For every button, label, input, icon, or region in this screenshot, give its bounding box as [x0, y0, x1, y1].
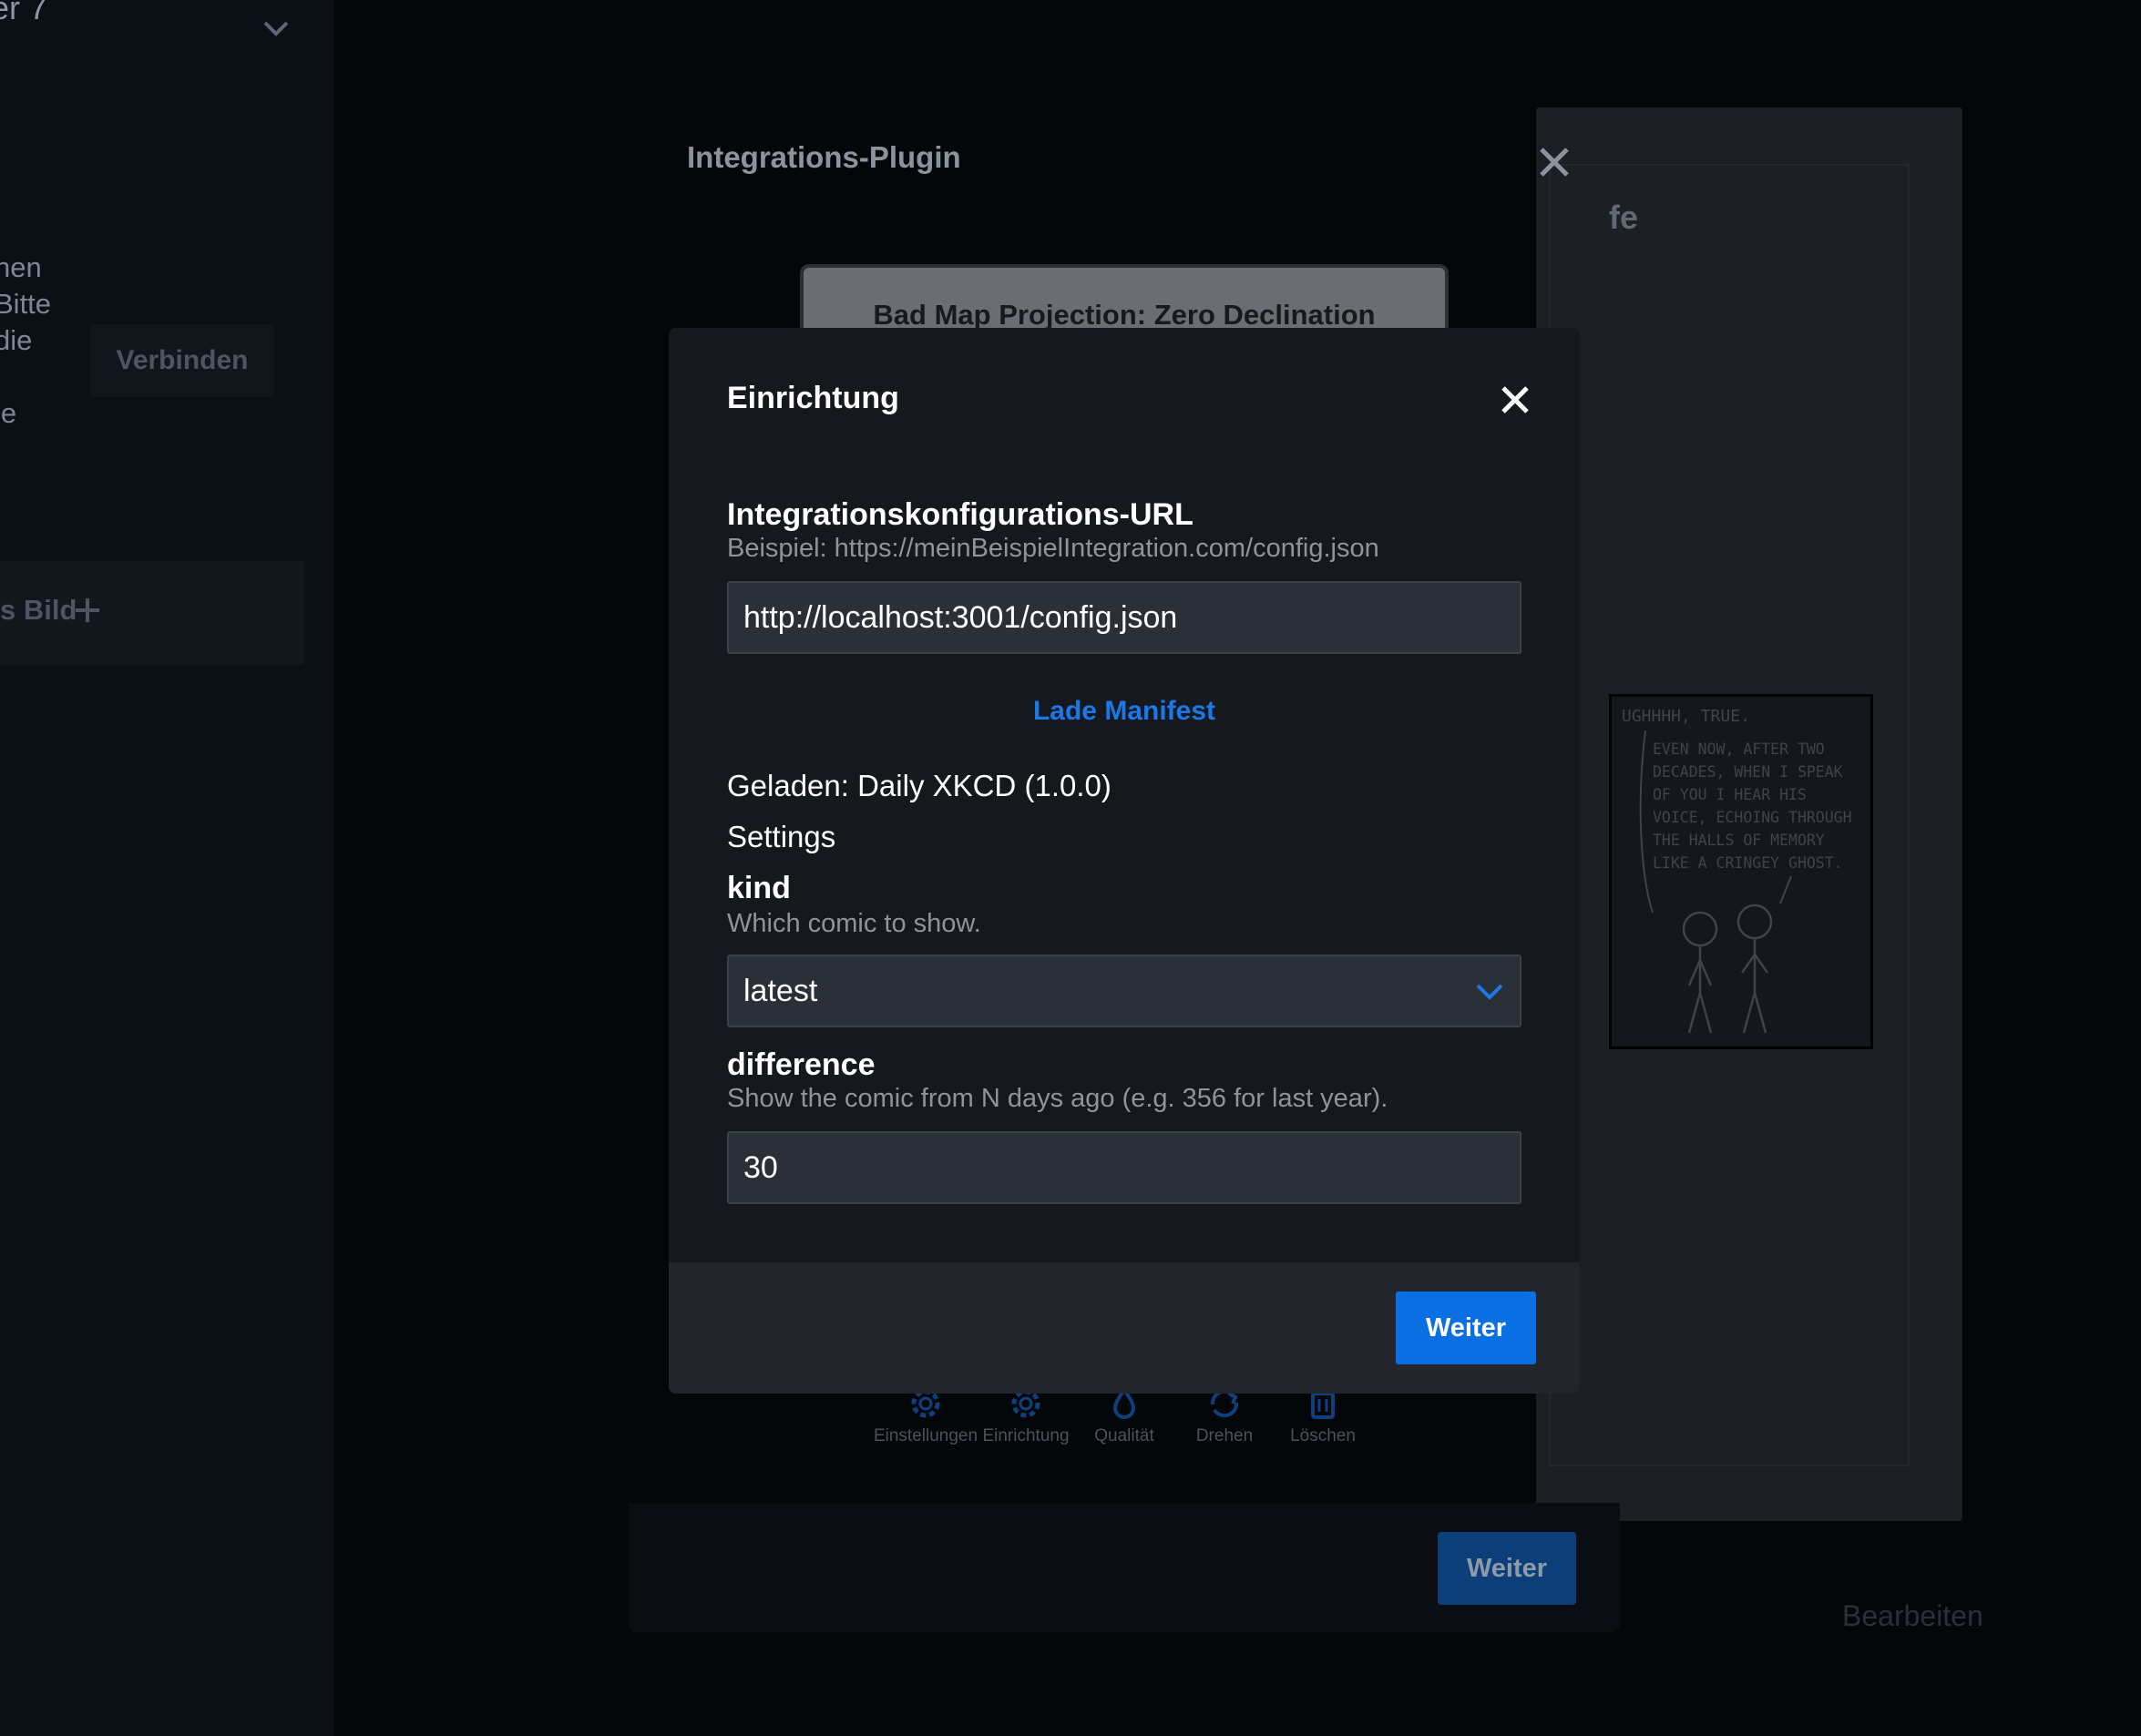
toolbar-delete[interactable]: Löschen [1268, 1384, 1378, 1446]
kind-select-value: latest [743, 973, 818, 1008]
sidebar-text-line: die [0, 324, 33, 356]
preview-title: fe [1609, 199, 1639, 236]
difference-input[interactable] [727, 1131, 1521, 1204]
toolbar-setup[interactable]: Einrichtung [971, 1384, 1081, 1446]
kind-help: Which comic to show. [727, 909, 981, 938]
settings-heading: Settings [727, 820, 836, 853]
sidebar-text-line: ie [0, 397, 17, 429]
toolbar-label: Einstellungen [873, 1426, 978, 1445]
chevron-down-icon [1476, 984, 1503, 1000]
toolbar-label: Einrichtung [982, 1426, 1070, 1445]
toolbar-label: Löschen [1290, 1426, 1356, 1445]
loaded-status: Geladen: Daily XKCD (1.0.0) [727, 769, 1111, 802]
close-icon[interactable] [1500, 384, 1531, 415]
toolbar-label: Drehen [1195, 1426, 1254, 1445]
toolbar-settings[interactable]: Einstellungen [871, 1384, 980, 1446]
sidebar-text-line: . [0, 361, 3, 393]
toolbar-quality[interactable]: Qualität [1070, 1384, 1179, 1446]
sidebar-text-line: Bitte [0, 288, 52, 320]
setup-modal [669, 328, 1580, 1394]
config-url-label: Integrationskonfigurations-URL [727, 497, 1193, 532]
frame-name: ber 7 [0, 0, 48, 26]
next-button[interactable]: Weiter [1396, 1292, 1536, 1364]
config-url-help: Beispiel: https://meinBeispielIntegratio… [727, 534, 1379, 563]
close-icon[interactable] [1536, 144, 1572, 180]
plus-icon[interactable] [73, 596, 102, 625]
chevron-down-icon[interactable] [261, 13, 292, 44]
sidebar [0, 0, 333, 1736]
edit-link[interactable]: Bearbeiten [1842, 1599, 1983, 1633]
sidebar-text-line: hen [0, 251, 42, 283]
kind-select[interactable]: latest [727, 955, 1521, 1027]
load-manifest-link[interactable]: Lade Manifest [669, 696, 1580, 727]
modal-title: Einrichtung [727, 381, 899, 415]
connect-button[interactable]: Verbinden [89, 324, 275, 397]
toolbar-label: Qualität [1094, 1426, 1154, 1445]
add-image-label: s Bild [0, 594, 77, 626]
difference-help: Show the comic from N days ago (e.g. 356… [727, 1084, 1388, 1113]
difference-label: difference [727, 1047, 876, 1082]
plugin-next-button[interactable]: Weiter [1438, 1532, 1576, 1605]
toolbar-rotate[interactable]: Drehen [1170, 1384, 1279, 1446]
kind-label: kind [727, 871, 791, 905]
plugin-dialog-title: Integrations-Plugin [687, 140, 961, 174]
comic-figures [1639, 730, 1792, 1034]
config-url-input[interactable] [727, 581, 1521, 654]
